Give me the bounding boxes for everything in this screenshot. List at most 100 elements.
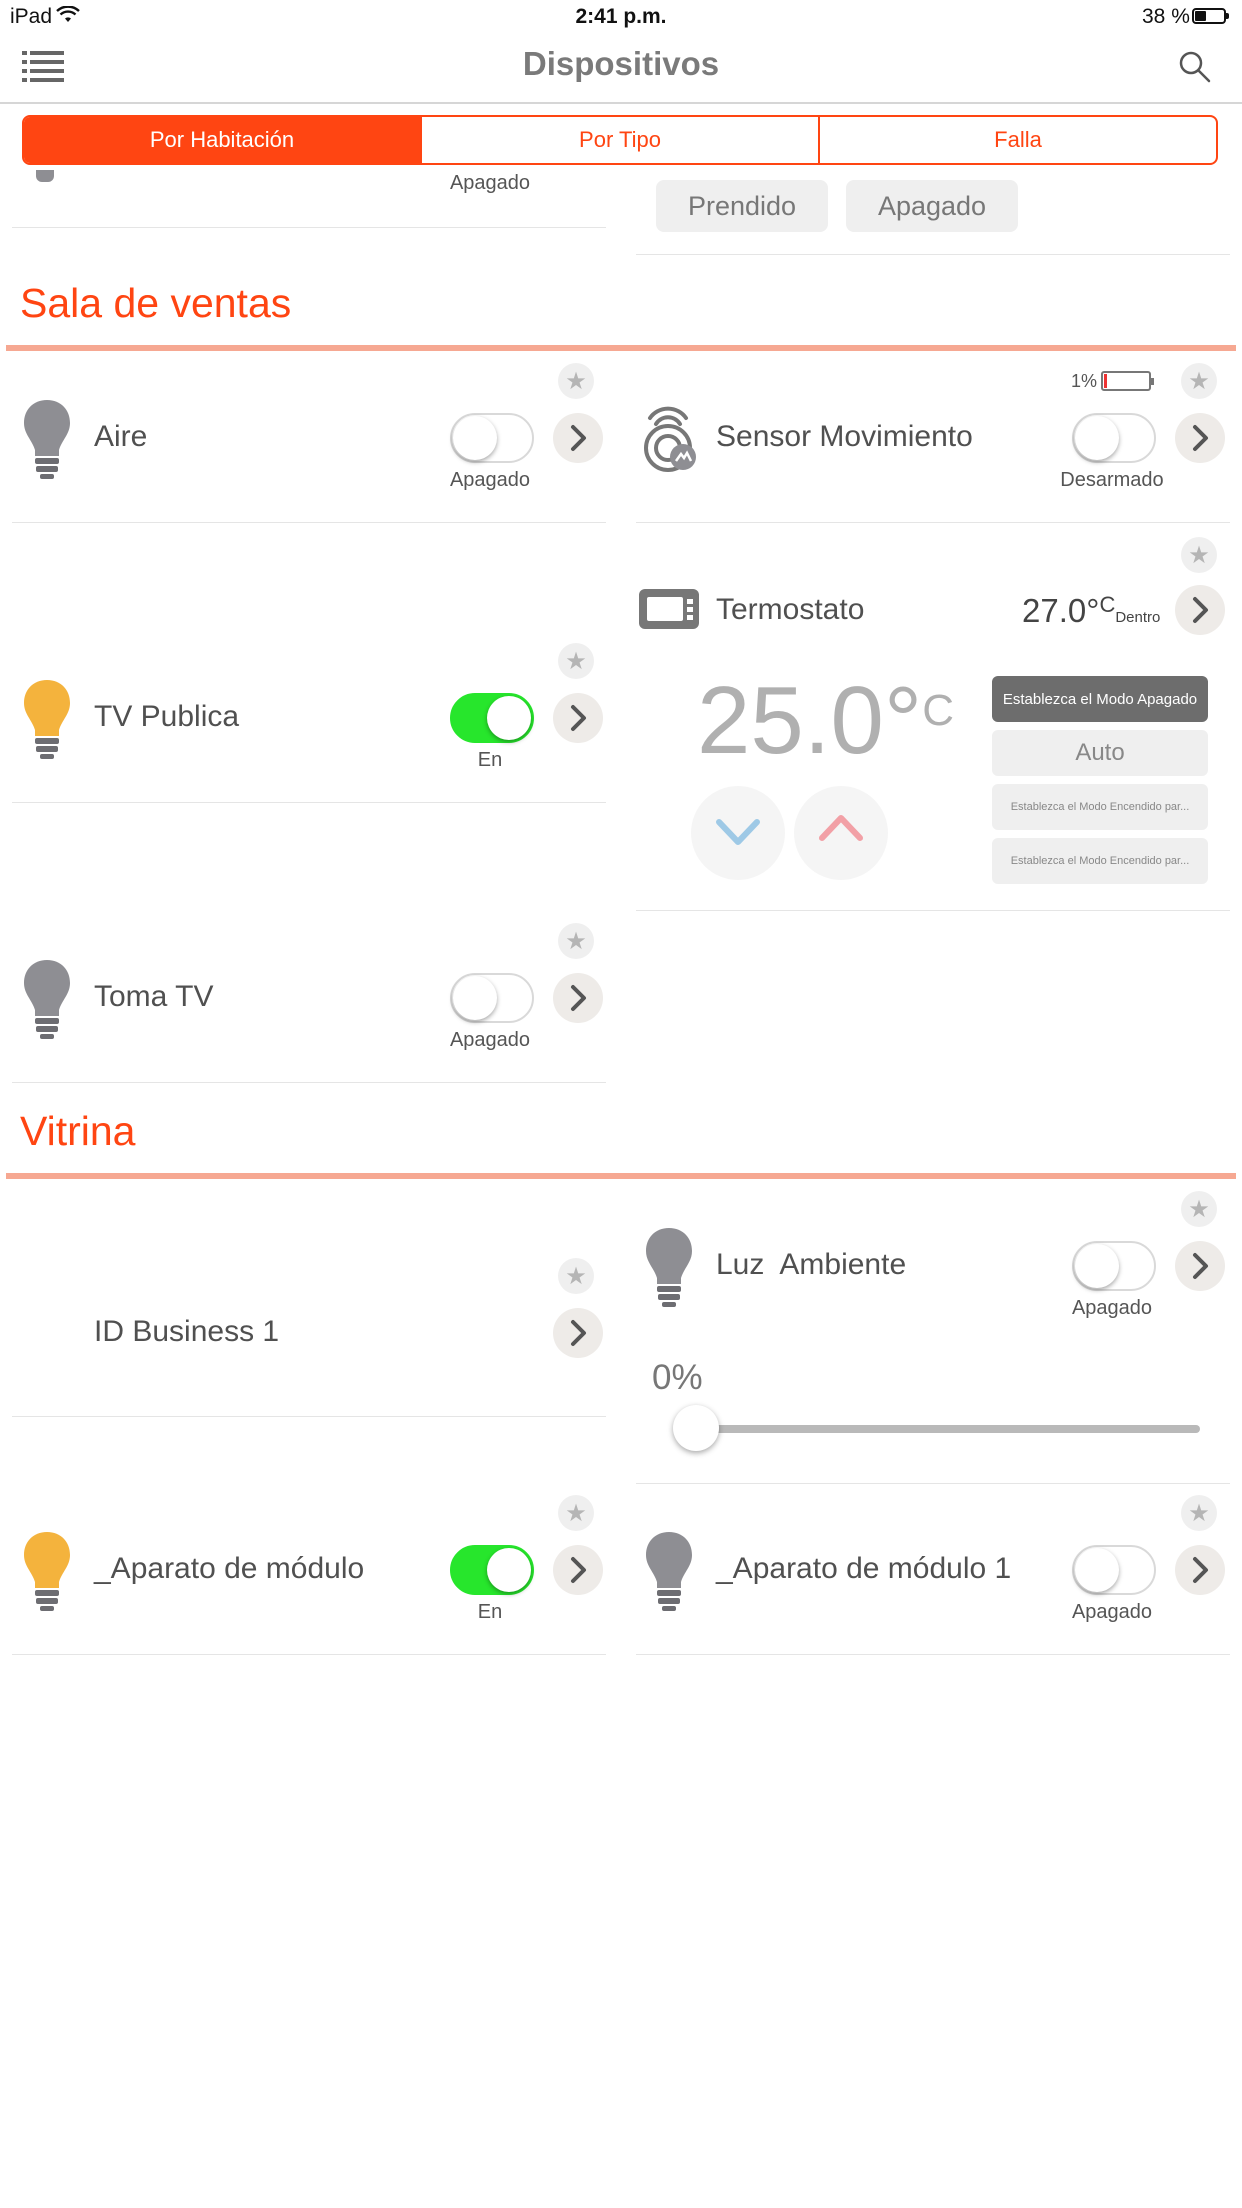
nav-separator	[0, 102, 1242, 104]
chevron-right-icon	[1193, 425, 1208, 451]
device-toggle[interactable]	[1072, 1545, 1156, 1595]
row-divider	[636, 522, 1230, 523]
device-name: Sensor Movimiento	[716, 420, 973, 453]
device-name: TV Publica	[94, 700, 240, 733]
setpoint-value: 25.0°	[697, 667, 923, 774]
row-divider	[636, 254, 1230, 255]
favorite-star-icon[interactable]: ★	[1181, 537, 1217, 573]
dimmer-level: 0%	[652, 1358, 703, 1397]
chevron-right-icon	[1193, 597, 1208, 623]
temp-up-button[interactable]	[794, 786, 888, 880]
battery-icon	[1192, 8, 1229, 24]
battery-level-label: 1%	[1071, 371, 1098, 391]
device-name: _Aparato de módulo 1	[716, 1552, 1012, 1585]
motion-sensor-icon	[644, 406, 696, 472]
section-title-sala-de-ventas: Sala de ventas	[20, 280, 292, 326]
partial-state: Apagado	[449, 172, 531, 194]
low-battery-icon	[1101, 371, 1154, 391]
favorite-star-icon[interactable]: ★	[558, 923, 594, 959]
prendido-button[interactable]: Prendido	[656, 180, 828, 232]
dimmer-slider-thumb[interactable]	[673, 1405, 719, 1451]
chevron-down-icon	[716, 819, 760, 845]
setpoint-temperature: 25.0°C	[697, 673, 954, 769]
page-title: Dispositivos	[522, 45, 720, 82]
device-name: Termostato	[716, 593, 865, 626]
dimmer-slider-track[interactable]	[696, 1425, 1200, 1433]
detail-chevron-button[interactable]	[553, 1308, 603, 1358]
lightbulb-icon	[646, 1228, 692, 1307]
favorite-star-icon[interactable]: ★	[1181, 1191, 1217, 1227]
inside-temp-unit: C	[1099, 592, 1116, 617]
row-divider	[12, 1416, 606, 1417]
detail-chevron-button[interactable]	[553, 1545, 603, 1595]
setpoint-unit: C	[922, 686, 955, 735]
lightbulb-on-icon	[24, 1532, 70, 1611]
mode-auto-button[interactable]: Auto	[992, 730, 1208, 776]
lightbulb-on-icon	[24, 680, 70, 759]
chevron-up-icon	[819, 815, 863, 841]
mode-on-button[interactable]: Establezca el Modo Encendido par...	[992, 784, 1208, 830]
device-name: Toma TV	[94, 980, 214, 1013]
battery-percent: 38 %	[1142, 5, 1190, 28]
device-toggle[interactable]	[450, 693, 534, 743]
detail-chevron-button[interactable]	[1175, 1241, 1225, 1291]
inside-temperature: 27.0°CDentro	[1022, 592, 1160, 630]
device-toggle[interactable]	[450, 1545, 534, 1595]
device-name: Aire	[94, 420, 148, 453]
section-divider	[6, 1173, 1236, 1179]
row-divider	[636, 910, 1230, 911]
segmented-control: Por Habitación Por Tipo Falla	[22, 115, 1218, 165]
partial-bulb-icon	[36, 170, 54, 182]
chevron-right-icon	[1193, 1557, 1208, 1583]
mode-off-button[interactable]: Establezca el Modo Apagado	[992, 676, 1208, 722]
favorite-star-icon[interactable]: ★	[558, 643, 594, 679]
tab-por-tipo[interactable]: Por Tipo	[422, 117, 820, 163]
section-divider	[6, 345, 1236, 351]
device-name: ID Business 1	[94, 1315, 280, 1348]
device-state: En	[477, 1601, 503, 1623]
device-toggle[interactable]	[450, 413, 534, 463]
tab-falla[interactable]: Falla	[820, 117, 1216, 163]
detail-chevron-button[interactable]	[553, 413, 603, 463]
device-name: _Aparato de módulo	[94, 1552, 365, 1585]
inside-temp-value: 27.0°	[1022, 592, 1100, 629]
device-toggle[interactable]	[450, 973, 534, 1023]
clock: 2:41 p.m.	[575, 5, 667, 28]
device-state: Apagado	[1071, 1601, 1153, 1623]
detail-chevron-button[interactable]	[1175, 413, 1225, 463]
mode-on-button[interactable]: Establezca el Modo Encendido par...	[992, 838, 1208, 884]
device-name: Luz Ambiente	[716, 1248, 907, 1281]
device-toggle[interactable]	[1072, 1241, 1156, 1291]
row-divider	[12, 1654, 606, 1655]
chevron-right-icon	[1193, 1253, 1208, 1279]
detail-chevron-button[interactable]	[553, 973, 603, 1023]
chevron-right-icon	[571, 1320, 586, 1346]
chevron-right-icon	[571, 425, 586, 451]
favorite-star-icon[interactable]: ★	[558, 1495, 594, 1531]
row-divider	[12, 1082, 606, 1083]
favorite-star-icon[interactable]: ★	[1181, 1495, 1217, 1531]
device-toggle[interactable]	[1072, 413, 1156, 463]
thermostat-icon	[639, 589, 699, 629]
device-state: Apagado	[449, 469, 531, 491]
device-state: Desarmado	[1060, 469, 1164, 491]
inside-temp-label: Dentro	[1115, 609, 1161, 626]
row-divider	[12, 522, 606, 523]
tab-por-habitacion[interactable]: Por Habitación	[24, 117, 422, 163]
search-icon[interactable]	[1178, 50, 1212, 84]
section-title-vitrina: Vitrina	[20, 1108, 136, 1154]
detail-chevron-button[interactable]	[553, 693, 603, 743]
chevron-right-icon	[571, 985, 586, 1011]
device-state: Apagado	[1071, 1297, 1153, 1319]
favorite-star-icon[interactable]: ★	[558, 363, 594, 399]
temp-down-button[interactable]	[691, 786, 785, 880]
detail-chevron-button[interactable]	[1175, 585, 1225, 635]
chevron-right-icon	[571, 705, 586, 731]
favorite-star-icon[interactable]: ★	[558, 1258, 594, 1294]
row-divider	[12, 227, 606, 228]
chevron-right-icon	[571, 1557, 586, 1583]
apagado-button[interactable]: Apagado	[846, 180, 1018, 232]
favorite-star-icon[interactable]: ★	[1181, 363, 1217, 399]
row-divider	[636, 1483, 1230, 1484]
detail-chevron-button[interactable]	[1175, 1545, 1225, 1595]
